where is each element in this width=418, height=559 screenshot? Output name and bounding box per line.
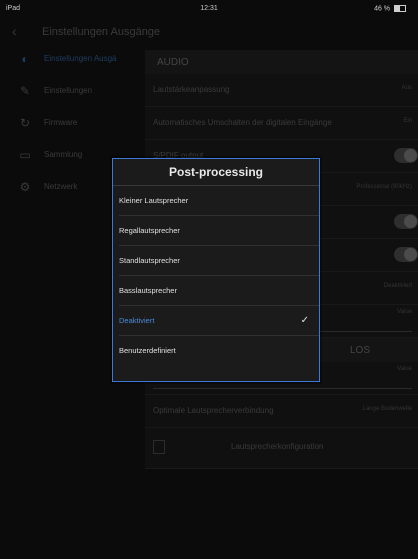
- option-floor-speaker[interactable]: Standlautsprecher: [113, 246, 319, 276]
- option-bass-speaker[interactable]: Basslautsprecher: [113, 276, 319, 306]
- gear-icon: ⚙: [19, 180, 31, 194]
- setting-label: Lautstärkeanpassung: [153, 85, 230, 94]
- setting-row-speaker-config[interactable]: Lautsprecherkonfiguration: [145, 428, 418, 469]
- section-title: AUDIO: [157, 57, 189, 68]
- toggle-switch[interactable]: [394, 247, 418, 262]
- clock: 12:31: [200, 5, 218, 12]
- setting-row-volume-adjust[interactable]: Lautstärkeanpassung Aus: [145, 74, 418, 107]
- setting-label: Lautsprecherkonfiguration: [231, 442, 324, 451]
- wrench-icon: ✎: [19, 84, 31, 98]
- option-label: Regallautsprecher: [119, 226, 180, 235]
- sidebar-item-label: Sammlung: [44, 150, 83, 159]
- option-shelf-speaker[interactable]: Regallautsprecher: [113, 216, 319, 246]
- slider-track[interactable]: [153, 388, 412, 389]
- sidebar-item-firmware[interactable]: ↻ Firmware: [0, 108, 140, 140]
- setting-label: Automatisches Umschalten der digitalen E…: [153, 118, 332, 127]
- nav-bar: ‹ Einstellungen Ausgänge: [0, 18, 418, 44]
- setting-row-auto-switch[interactable]: Automatisches Umschalten der digitalen E…: [145, 107, 418, 140]
- option-disabled[interactable]: Deaktiviert ✓: [113, 306, 319, 336]
- toggle-switch[interactable]: [394, 214, 418, 229]
- option-label: Standlautsprecher: [119, 256, 180, 265]
- page-title: Einstellungen Ausgänge: [42, 26, 161, 38]
- checkmark-icon: ✓: [300, 315, 309, 326]
- spdif-toggle[interactable]: [394, 148, 418, 163]
- speaker-icon: ◐: [21, 52, 29, 66]
- slider-value: Value: [397, 309, 412, 315]
- section-header-audio: AUDIO: [145, 50, 418, 74]
- speaker-config-icon: [153, 440, 165, 454]
- sidebar-item-label: Netzwerk: [44, 182, 78, 191]
- setting-value: Professional (90kHz): [356, 184, 412, 190]
- option-label: Kleiner Lautsprecher: [119, 196, 189, 205]
- option-label: Deaktiviert: [119, 316, 155, 325]
- battery-level: 46 %: [374, 5, 391, 13]
- sidebar-item-label: Einstellungen: [44, 86, 93, 95]
- setting-value: Lange Bodenwelle: [362, 406, 412, 412]
- popup-title: Post-processing: [168, 165, 264, 179]
- option-label: Basslautsprecher: [119, 286, 177, 295]
- refresh-icon: ↻: [19, 116, 31, 130]
- sidebar-item-settings[interactable]: ✎ Einstellungen: [0, 76, 140, 108]
- setting-value: Ein: [403, 118, 412, 124]
- section-title: LOS: [350, 345, 371, 356]
- setting-label: Optimale Lautsprecherverbindung: [153, 406, 274, 415]
- option-small-speaker[interactable]: Kleiner Lautsprecher: [113, 186, 319, 216]
- status-bar: iPad 12:31 46 %: [0, 0, 418, 18]
- slider-value: Value: [397, 366, 412, 372]
- sidebar-item-label: Firmware: [44, 118, 78, 127]
- back-button[interactable]: ‹: [12, 23, 17, 39]
- battery-indicator: 46 %: [374, 5, 406, 12]
- setting-row-speaker-connection[interactable]: Optimale Lautsprecherverbindung Lange Bo…: [145, 395, 418, 428]
- option-custom[interactable]: Benutzerdefiniert: [113, 336, 319, 366]
- sidebar-item-output-settings[interactable]: ◐ Einstellungen Ausgä: [0, 44, 140, 76]
- setting-value: Deaktiviert: [383, 283, 412, 289]
- folder-icon: ▭: [19, 148, 31, 162]
- post-processing-popup: Post-processing Kleiner Lautsprecher Reg…: [112, 158, 320, 382]
- option-label: Benutzerdefiniert: [119, 346, 176, 355]
- battery-icon: [394, 5, 406, 12]
- sidebar-item-label: Einstellungen Ausgä: [44, 54, 117, 63]
- setting-value: Aus: [401, 85, 412, 91]
